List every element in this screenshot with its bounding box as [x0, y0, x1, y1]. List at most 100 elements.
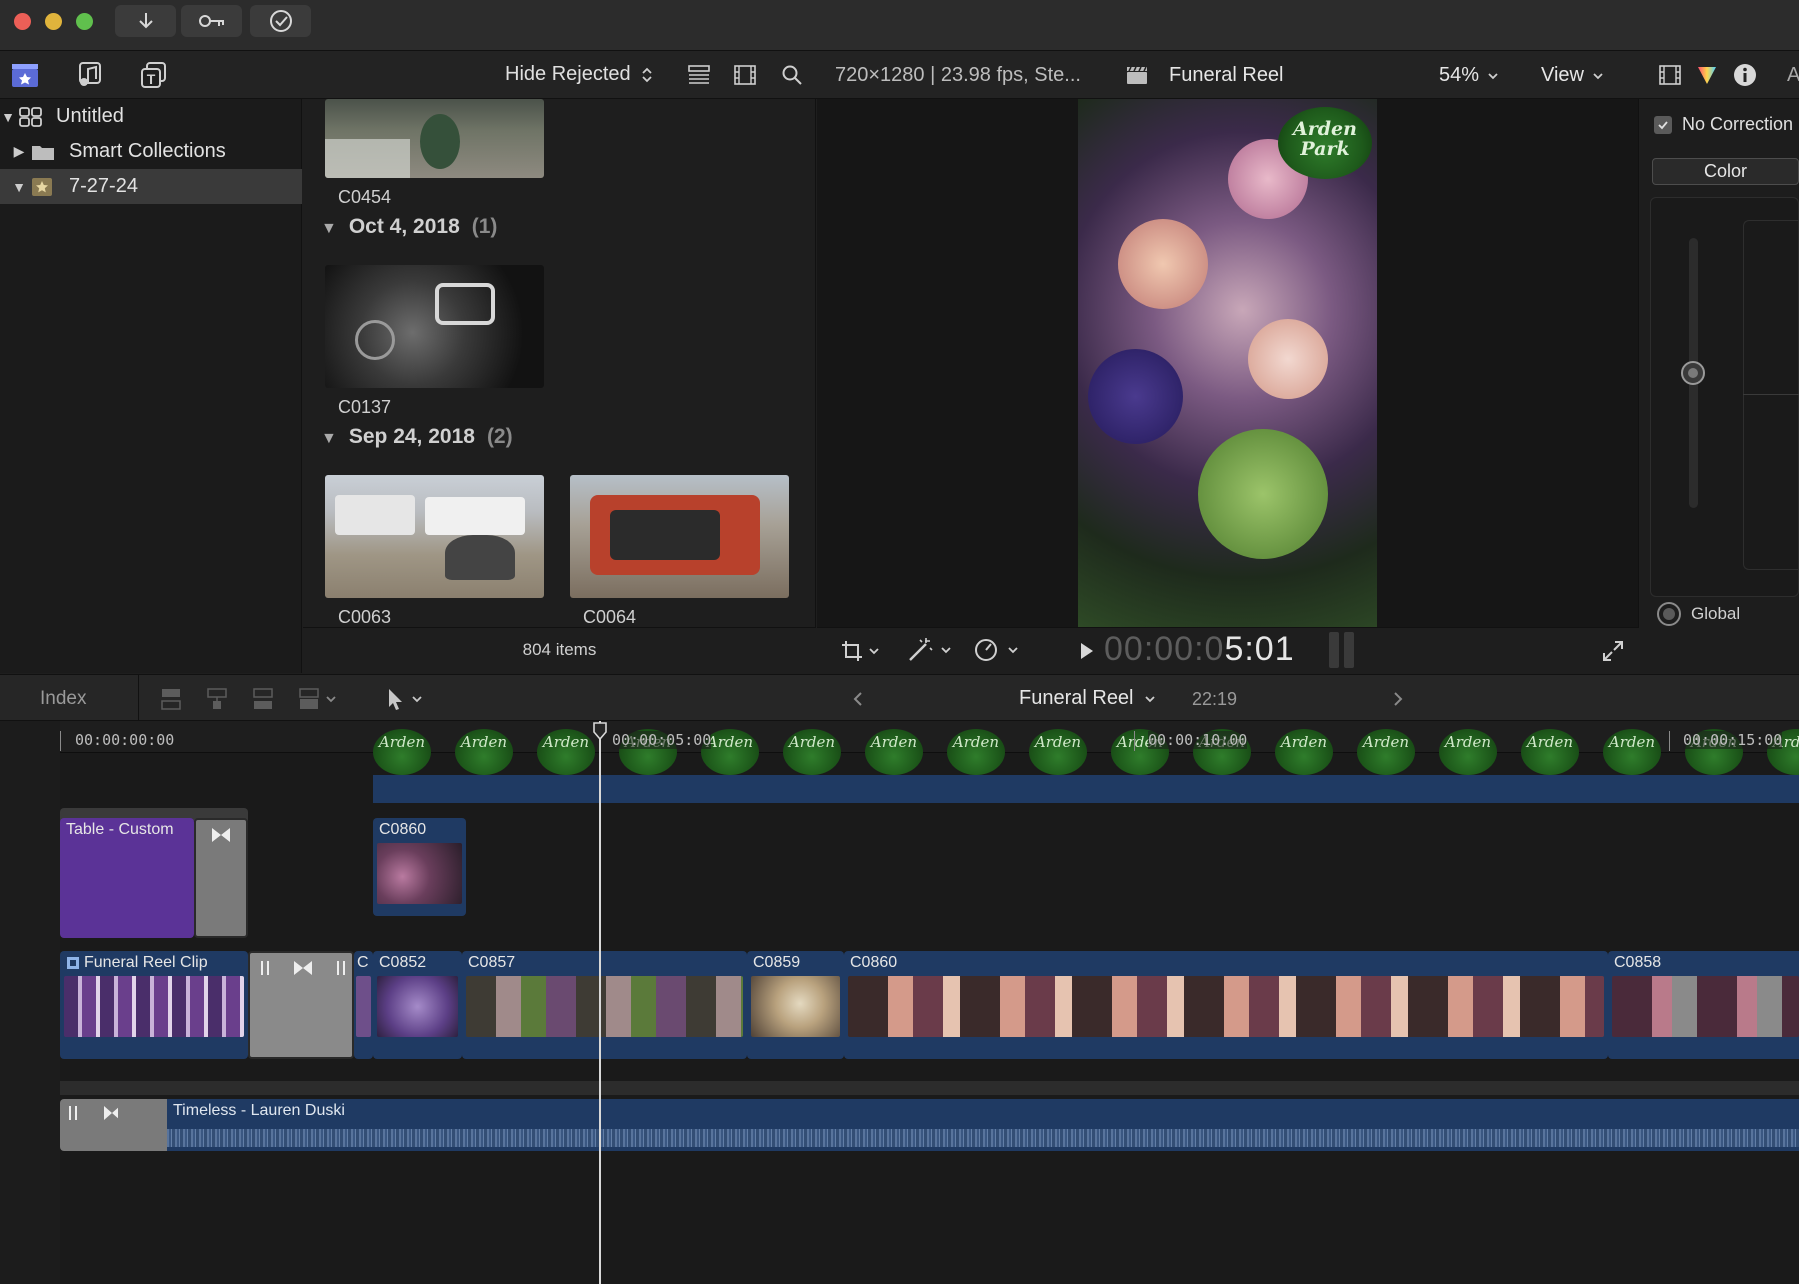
overwrite-clip-icon — [299, 688, 336, 709]
primary-clip[interactable]: C0857 — [462, 951, 747, 1059]
primary-clip[interactable]: Funeral Reel Clip — [60, 951, 248, 1059]
compound-clip-icon — [67, 957, 79, 969]
list-view-button[interactable] — [687, 63, 711, 87]
overwrite-popup[interactable] — [296, 686, 344, 712]
color-board[interactable] — [1743, 220, 1799, 570]
audio-lane-divider — [60, 1081, 1799, 1095]
view-popup[interactable]: View — [1541, 64, 1604, 87]
viewer-frame[interactable]: Arden Park — [1078, 99, 1377, 627]
disclosure-open-icon[interactable]: ▼ — [0, 109, 16, 125]
transition-clip[interactable] — [194, 818, 248, 938]
primary-clip[interactable]: C0859 — [747, 951, 844, 1059]
connected-clip[interactable]: C0860 — [373, 818, 466, 916]
color-correction-popup[interactable]: Color — [1652, 158, 1799, 185]
color-label: Color — [1703, 161, 1747, 181]
audio-transition[interactable] — [60, 1099, 167, 1151]
timeline-back-button[interactable] — [848, 687, 868, 711]
clip-thumbnail[interactable] — [325, 475, 544, 598]
timeline-project-popup[interactable]: Funeral Reel — [1019, 687, 1156, 710]
updown-chevron-icon — [641, 67, 652, 82]
speedometer-icon — [975, 639, 1018, 661]
timeline[interactable]: 00:00:00:00 Arden Arden Arden Arden Arde… — [0, 721, 1799, 1284]
date-group-header[interactable]: ▼ Sep 24, 2018 (2) — [321, 425, 513, 449]
tool-popup[interactable] — [382, 686, 430, 712]
append-clip-icon — [253, 688, 273, 709]
timecode-dim: 00:00:0 — [1104, 630, 1225, 668]
video-inspector-tab[interactable] — [1658, 63, 1682, 87]
chevron-down-icon — [1593, 72, 1603, 79]
viewer-project-name: Funeral Reel — [1169, 64, 1284, 86]
clip-label: Funeral Reel Clip — [84, 954, 208, 971]
timeline-index-button[interactable]: Index — [40, 688, 86, 710]
audio-waveform — [167, 1129, 1799, 1147]
sidebar-item-event[interactable]: ▼ 7-27-24 — [0, 169, 302, 204]
logo-title-strip[interactable]: Arden Arden Arden Arden Arden Arden Arde… — [373, 729, 1799, 775]
clip-thumbnail[interactable] — [570, 475, 789, 598]
playhead-handle[interactable] — [592, 722, 608, 741]
clip-filter-popup[interactable]: Hide Rejected — [505, 63, 653, 86]
zoom-popup[interactable]: 54% — [1439, 64, 1499, 87]
playhead[interactable] — [599, 721, 601, 1284]
crop-icon — [842, 641, 879, 661]
music-photo-icon — [79, 62, 101, 86]
audio-clip[interactable]: Timeless - Lauren Duski — [167, 1099, 1799, 1151]
event-star-icon — [32, 177, 52, 196]
expand-icon — [1603, 641, 1623, 661]
timeline-forward-button[interactable] — [1388, 687, 1408, 711]
logo-clip-bar[interactable] — [373, 775, 1799, 803]
search-button[interactable] — [780, 63, 804, 87]
import-button[interactable] — [115, 5, 176, 37]
info-inspector-tab[interactable] — [1732, 62, 1758, 88]
background-tasks-button[interactable] — [250, 5, 311, 37]
connect-clip-icon — [161, 689, 181, 710]
arden-park-logo: Arden Park — [1278, 107, 1372, 179]
color-inspector-tab[interactable] — [1695, 63, 1719, 87]
close-window-button[interactable] — [14, 13, 31, 30]
svg-text:T: T — [147, 71, 156, 87]
sidebar-item-smart-collections[interactable]: ▶ Smart Collections — [0, 134, 302, 169]
no-correction-row[interactable]: No Correction — [1654, 114, 1793, 135]
insert-button[interactable] — [204, 686, 230, 712]
connect-button[interactable] — [158, 686, 184, 712]
inspector-tab-label: A — [1787, 64, 1799, 86]
disclosure-open-icon[interactable]: ▼ — [321, 430, 337, 447]
primary-clip[interactable]: C0852 — [373, 951, 462, 1059]
magic-wand-icon — [909, 638, 951, 661]
clip-browser: C0454 ▼ Oct 4, 2018 (1) C0137 ▼ Sep 24, 201… — [303, 99, 816, 673]
photos-audio-button[interactable] — [74, 60, 104, 90]
play-button[interactable] — [1077, 639, 1097, 663]
titles-generators-button[interactable]: T — [139, 60, 169, 90]
library-untitled[interactable]: ▼ Untitled — [0, 99, 302, 134]
transform-popup[interactable] — [837, 638, 887, 664]
timeline-project-name: Funeral Reel — [1019, 687, 1134, 709]
transition-clip[interactable] — [248, 951, 354, 1059]
primary-clip[interactable]: C0858 — [1608, 951, 1799, 1059]
retime-popup[interactable] — [972, 636, 1024, 664]
zoom-window-button[interactable] — [76, 13, 93, 30]
disclosure-open-icon[interactable]: ▼ — [321, 220, 337, 237]
timecode-display[interactable]: 00:00:05:01 — [1104, 630, 1295, 669]
append-button[interactable] — [250, 686, 276, 712]
filmstrip-view-button[interactable] — [733, 63, 757, 87]
clip-thumbnail[interactable] — [325, 265, 544, 388]
keyword-button[interactable] — [181, 5, 242, 37]
insert-clip-icon — [207, 688, 227, 709]
primary-clip[interactable]: C0860 — [844, 951, 1608, 1059]
enhance-popup[interactable] — [905, 636, 957, 664]
primary-clip[interactable]: C — [354, 951, 373, 1059]
minimize-window-button[interactable] — [45, 13, 62, 30]
color-puck[interactable] — [1681, 361, 1705, 385]
ruler-timecode: 00:00:00:00 — [75, 731, 175, 749]
fullscreen-button[interactable] — [1601, 639, 1625, 663]
search-icon — [782, 65, 802, 85]
disclosure-closed-icon[interactable]: ▶ — [11, 143, 27, 160]
chevron-left-icon — [853, 692, 862, 706]
global-row[interactable]: Global — [1657, 602, 1740, 626]
libraries-button[interactable] — [10, 60, 40, 90]
clip-thumbnail[interactable] — [325, 99, 544, 178]
disclosure-open-icon[interactable]: ▼ — [11, 179, 27, 195]
arrow-pointer-icon — [389, 689, 422, 710]
title-clip[interactable]: Table - Custom — [60, 818, 194, 938]
date-group-header[interactable]: ▼ Oct 4, 2018 (1) — [321, 215, 497, 239]
enable-checkbox[interactable] — [1654, 115, 1672, 134]
